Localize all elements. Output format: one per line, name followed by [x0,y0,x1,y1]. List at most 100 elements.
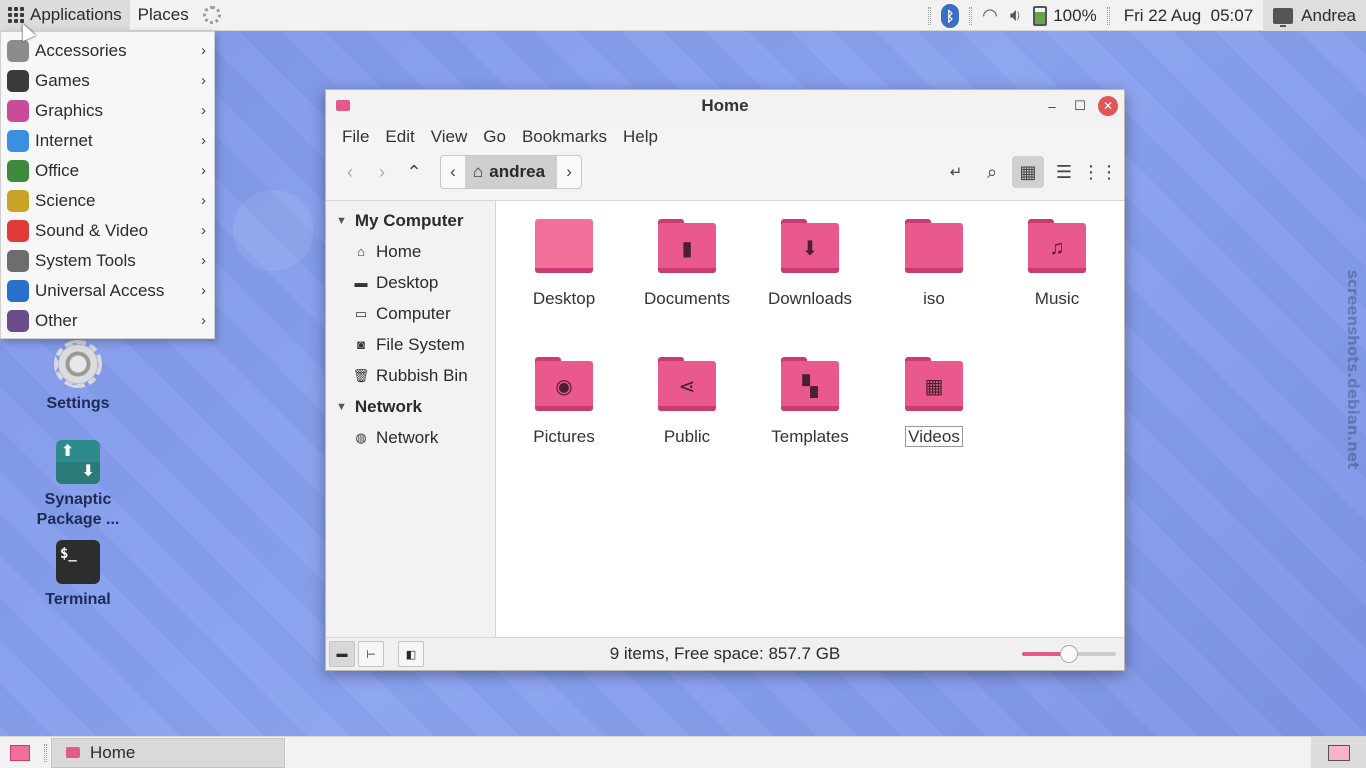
clock[interactable]: Fri 22 Aug 05:07 [1114,0,1263,31]
file-view[interactable]: Desktop ▮ Documents ⬇ Downloads iso ♫ Music ◉ Pic… [496,201,1124,638]
volume-tray[interactable]: 🔉︎ [1004,0,1027,31]
desktop-icon-synaptic[interactable]: Synaptic Package ... [23,440,133,530]
zoom-slider[interactable] [1022,645,1116,663]
menu-file[interactable]: File [334,127,377,147]
file-item-music[interactable]: ♫ Music [997,219,1117,309]
desktop-icon-label: Terminal [45,591,111,608]
search-icon[interactable]: ⌕ [976,156,1008,188]
maximize-button[interactable]: ☐ [1070,96,1090,116]
menu-help[interactable]: Help [615,127,666,147]
breadcrumb-label: andrea [489,162,546,181]
sidebar-item-desktop[interactable]: ▬ Desktop [326,267,495,298]
user-menu-button[interactable]: Andrea [1263,0,1366,31]
hide-sidebar-icon[interactable]: ◧ [398,641,424,667]
top-panel: Applications Places ᛒ ◠ 🔉︎ 100% Fri 22 A… [0,0,1366,31]
workspace-switcher[interactable] [1311,737,1366,768]
file-item-desktop[interactable]: Desktop [504,219,624,309]
menu-view[interactable]: View [423,127,476,147]
places-label: Places [137,5,189,24]
minimize-button[interactable]: – [1042,96,1062,116]
breadcrumb-current[interactable]: ⌂ andrea [465,156,558,188]
menu-item-system-tools[interactable]: System Tools › [1,246,214,276]
sidebar: ▼ My Computer ⌂ Home ▬ Desktop ▭ Computer ◙ File … [326,201,496,638]
wifi-tray[interactable]: ◠ [976,0,1004,31]
compact-view-icon[interactable]: ⋮⋮ [1082,156,1118,188]
places-menu-button[interactable]: Places [130,0,197,31]
menu-go[interactable]: Go [475,127,514,147]
view-controls: ↵ ⌕ ▦ ☰ ⋮⋮ [940,156,1118,188]
sidebar-item-rubbish-bin[interactable]: 🗑︎ Rubbish Bin [326,360,495,391]
toggle-location-entry-icon[interactable]: ↵ [940,156,972,188]
desktop-icon-label: Synaptic Package ... [36,491,120,528]
apps-grid-icon [8,7,24,23]
menu-item-accessories[interactable]: Accessories › [1,36,214,66]
battery-tray[interactable]: 100% [1027,0,1102,31]
close-button[interactable]: ✕ [1098,96,1118,116]
bluetooth-tray[interactable]: ᛒ [935,0,965,31]
battery-icon [1033,5,1048,26]
panel-separator [928,6,932,25]
menu-edit[interactable]: Edit [377,127,422,147]
list-view-icon[interactable]: ☰ [1048,156,1080,188]
forward-button[interactable]: › [366,156,398,188]
file-item-public[interactable]: ⋖ Public [627,357,747,447]
submenu-arrow-icon: › [201,102,206,119]
menu-item-label: Office [35,161,80,180]
show-desktop-button[interactable] [0,737,40,768]
zoom-thumb[interactable] [1060,645,1078,663]
menu-item-science[interactable]: Science › [1,186,214,216]
file-item-label: Pictures [533,427,595,446]
file-item-pictures[interactable]: ◉ Pictures [504,357,624,447]
menu-item-label: Internet [35,131,93,150]
content-area: ▼ My Computer ⌂ Home ▬ Desktop ▭ Computer ◙ File … [326,200,1124,638]
folder-glyph [905,223,963,273]
menu-item-label: System Tools [35,251,136,270]
back-button[interactable]: ‹ [334,156,366,188]
show-places-icon[interactable]: ▬ [329,641,355,667]
sidebar-item-home[interactable]: ⌂ Home [326,236,495,267]
file-item-downloads[interactable]: ⬇ Downloads [750,219,870,309]
window-title: Home [701,96,749,115]
show-desktop-icon [10,744,30,761]
desktop-icon-settings[interactable]: Settings [23,340,133,414]
terminal-icon: $_ [56,540,100,584]
window-titlebar[interactable]: Home – ☐ ✕ [326,90,1124,122]
sidebar-item-computer[interactable]: ▭ Computer [326,298,495,329]
file-item-label: Desktop [532,289,596,308]
folder-icon: ▦ [905,357,963,411]
breadcrumb: ‹ ⌂ andrea › [440,155,583,189]
menu-item-office[interactable]: Office › [1,156,214,186]
sidebar-item-file-system[interactable]: ◙ File System [326,329,495,360]
submenu-arrow-icon: › [201,162,206,179]
menu-item-games[interactable]: Games › [1,66,214,96]
taskbar-item-home[interactable]: Home [51,737,285,768]
menu-item-universal-access[interactable]: Universal Access › [1,276,214,306]
breadcrumb-right-arrow[interactable]: › [557,156,581,188]
internet-icon [7,130,29,152]
file-item-templates[interactable]: ▚ Templates [750,357,870,447]
show-treeview-icon[interactable]: ⊢ [358,641,384,667]
menu-item-other[interactable]: Other › [1,306,214,336]
submenu-arrow-icon: › [201,252,206,269]
sidebar-section-my-computer[interactable]: ▼ My Computer [326,205,495,236]
wifi-icon: ◠ [982,5,998,25]
settings-gear-icon [54,340,102,388]
up-button[interactable]: ⌃ [398,156,430,188]
file-item-documents[interactable]: ▮ Documents [627,219,747,309]
menu-item-internet[interactable]: Internet › [1,126,214,156]
desktop-icon-terminal[interactable]: $_ Terminal [23,540,133,610]
clock-text: Fri 22 Aug 05:07 [1123,5,1254,25]
menu-item-graphics[interactable]: Graphics › [1,96,214,126]
menu-bookmarks[interactable]: Bookmarks [514,127,615,147]
chevron-down-icon: ▼ [336,214,347,227]
submenu-arrow-icon: › [201,282,206,299]
file-item-iso[interactable]: iso [874,219,994,309]
window-controls: – ☐ ✕ [1042,96,1118,116]
file-item-videos[interactable]: ▦ Videos [874,357,994,447]
sidebar-section-network[interactable]: ▼ Network [326,391,495,422]
menu-item-sound-video[interactable]: Sound & Video › [1,216,214,246]
statusbar: ▬ ⊢ ◧ 9 items, Free space: 857.7 GB [326,637,1124,670]
icon-view-icon[interactable]: ▦ [1012,156,1044,188]
sidebar-item-network[interactable]: ◍ Network [326,422,495,453]
breadcrumb-left-arrow[interactable]: ‹ [441,156,465,188]
